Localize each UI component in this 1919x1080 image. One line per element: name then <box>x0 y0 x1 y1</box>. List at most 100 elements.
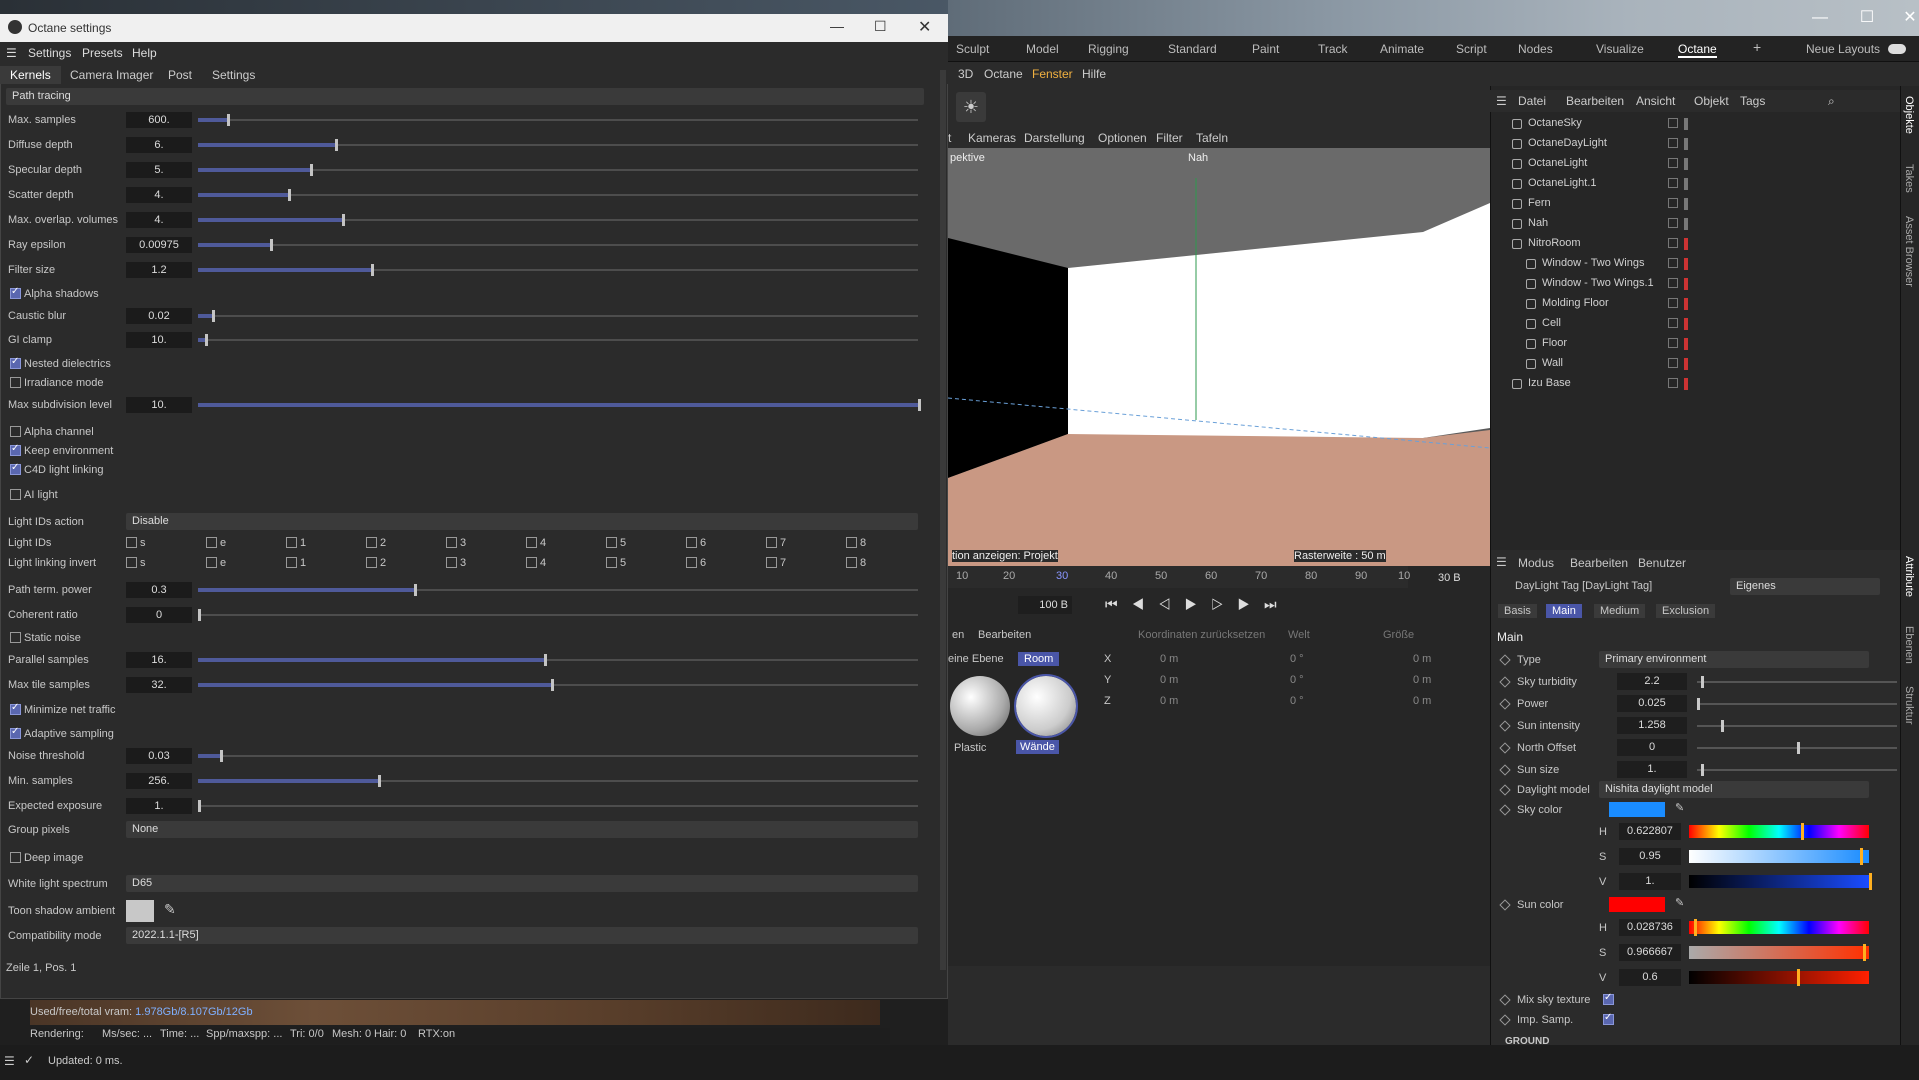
checkbox[interactable] <box>10 443 21 456</box>
layout-tab[interactable]: Paint <box>1252 42 1279 56</box>
edit-icon[interactable] <box>1668 298 1678 308</box>
checkbox[interactable] <box>10 726 21 739</box>
hsv-handle[interactable] <box>1801 823 1805 840</box>
keyframe-icon[interactable] <box>1499 742 1511 754</box>
edit-icon[interactable] <box>1668 338 1678 348</box>
menu-item[interactable]: Hilfe <box>1082 67 1106 81</box>
slider-value-field[interactable]: 6. <box>126 137 192 153</box>
eyedropper-icon[interactable]: ✎ <box>1675 896 1684 909</box>
slider-value-field[interactable]: 0.03 <box>126 748 192 764</box>
coord-size[interactable]: 0 m <box>1413 653 1431 665</box>
dropdown[interactable]: Disable <box>126 513 918 530</box>
preset-dropdown[interactable]: Eigenes <box>1730 578 1880 595</box>
keyframe-icon[interactable] <box>1499 698 1511 710</box>
id-checkbox[interactable] <box>446 557 457 568</box>
slider-handle[interactable] <box>309 164 313 176</box>
slider-handle[interactable] <box>334 139 338 151</box>
toon-color-swatch[interactable] <box>126 900 154 922</box>
slider-handle[interactable] <box>226 114 230 126</box>
edit-icon[interactable] <box>1668 118 1678 128</box>
checkbox[interactable] <box>10 632 21 643</box>
slider-handle[interactable] <box>543 654 547 666</box>
layout-tab[interactable]: Visualize <box>1596 42 1644 56</box>
visibility-dots[interactable] <box>1684 338 1688 350</box>
edit-icon[interactable] <box>1668 238 1678 248</box>
coord-mode[interactable]: Welt <box>1288 629 1310 641</box>
id-checkbox[interactable] <box>766 537 777 548</box>
vp-menu-item[interactable]: Optionen <box>1098 131 1147 145</box>
slider-handle[interactable] <box>1721 720 1724 732</box>
dock-tab[interactable]: Attribute <box>1903 556 1915 597</box>
vp-menu-item[interactable]: Filter <box>1156 131 1183 145</box>
id-checkbox[interactable] <box>286 557 297 568</box>
hsv-handle[interactable] <box>1863 944 1867 961</box>
keyframe-icon[interactable] <box>1499 764 1511 776</box>
hamburger-icon[interactable]: ☰ <box>1496 555 1507 569</box>
slider-handle[interactable] <box>370 264 374 276</box>
mat-layer-active[interactable]: Room <box>1018 652 1060 666</box>
menu-settings[interactable]: Settings <box>28 46 71 60</box>
sun-color-swatch[interactable] <box>1609 897 1665 912</box>
edit-icon[interactable] <box>1668 378 1678 388</box>
slider-handle[interactable] <box>1797 742 1800 754</box>
object-row[interactable]: Fern <box>1490 194 1900 214</box>
eyedropper-icon[interactable]: ✎ <box>1675 801 1684 814</box>
vp-menu-item[interactable]: t <box>948 131 951 145</box>
menu-help[interactable]: Help <box>132 46 157 60</box>
id-checkbox[interactable] <box>126 557 137 568</box>
attr-menu-item[interactable]: Benutzer <box>1638 556 1686 570</box>
visibility-dots[interactable] <box>1684 318 1688 330</box>
dropdown[interactable]: 2022.1.1-[R5] <box>126 927 918 944</box>
maximize-icon[interactable]: ☐ <box>874 18 887 35</box>
om-menu-item[interactable]: Datei <box>1518 94 1546 108</box>
hsv-handle[interactable] <box>1694 919 1698 936</box>
vp-menu-item[interactable]: Darstellung <box>1024 131 1085 145</box>
keyframe-icon[interactable] <box>1499 1014 1511 1026</box>
edit-icon[interactable] <box>1668 138 1678 148</box>
visibility-dots[interactable] <box>1684 258 1688 270</box>
slider-value-field[interactable]: 0.02 <box>126 308 192 324</box>
edit-icon[interactable] <box>1668 318 1678 328</box>
attr-tab[interactable]: Exclusion <box>1656 604 1716 618</box>
slider-handle[interactable] <box>1701 676 1704 688</box>
hamburger-icon[interactable]: ☰ <box>1496 94 1507 108</box>
material-name[interactable]: Wände <box>1016 740 1059 754</box>
eyedropper-icon[interactable]: ✎ <box>164 901 176 918</box>
coord-value[interactable]: 0 m <box>1160 653 1178 665</box>
id-checkbox[interactable] <box>686 557 697 568</box>
edit-icon[interactable] <box>1668 198 1678 208</box>
search-icon[interactable]: ⌕ <box>1828 94 1835 109</box>
id-checkbox[interactable] <box>686 537 697 548</box>
hsv-gradient[interactable] <box>1689 946 1869 959</box>
slider-value-field[interactable]: 0 <box>126 607 192 623</box>
attr-value-field[interactable]: 1. <box>1617 761 1687 778</box>
id-checkbox[interactable] <box>286 537 297 548</box>
keyframe-icon[interactable] <box>1499 784 1511 796</box>
layout-tab[interactable]: Standard <box>1168 42 1217 56</box>
hsv-value-field[interactable]: 0.028736 <box>1619 919 1681 936</box>
kernel-dropdown[interactable]: Path tracing <box>6 88 924 105</box>
visibility-dots[interactable] <box>1684 158 1688 170</box>
id-checkbox[interactable] <box>366 557 377 568</box>
layout-tab[interactable]: Rigging <box>1088 42 1129 56</box>
slider-track[interactable] <box>198 339 918 341</box>
attr-value-field[interactable]: 2.2 <box>1617 673 1687 690</box>
close-icon[interactable]: ✕ <box>918 17 931 37</box>
coord-value[interactable]: 0 m <box>1160 674 1178 686</box>
layout-tab[interactable]: Sculpt <box>956 42 989 56</box>
maximize-icon[interactable]: ☐ <box>1852 6 1882 30</box>
edit-icon[interactable] <box>1668 278 1678 288</box>
slider-value-field[interactable]: 1. <box>126 798 192 814</box>
checkbox[interactable] <box>10 852 21 863</box>
close-icon[interactable]: ✕ <box>1895 6 1919 30</box>
hsv-value-field[interactable]: 0.966667 <box>1619 944 1681 961</box>
scrollbar[interactable] <box>940 70 946 970</box>
object-row[interactable]: Floor <box>1490 334 1900 354</box>
object-row[interactable]: Molding Floor <box>1490 294 1900 314</box>
hamburger-icon[interactable]: ☰ <box>6 46 17 60</box>
slider-handle[interactable] <box>378 775 381 787</box>
object-row[interactable]: Window - Two Wings <box>1490 254 1900 274</box>
slider-track[interactable] <box>1697 703 1897 705</box>
object-row[interactable]: Wall <box>1490 354 1900 374</box>
visibility-dots[interactable] <box>1684 138 1688 150</box>
